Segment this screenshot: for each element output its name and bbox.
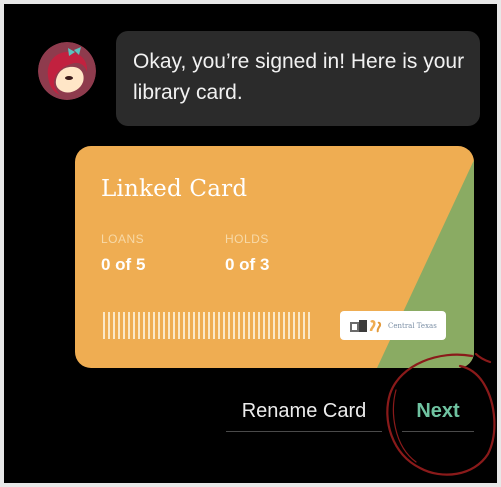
barcode-stripe bbox=[298, 312, 300, 339]
barcode-stripe bbox=[303, 312, 305, 339]
library-logo: Central Texas bbox=[340, 311, 446, 340]
barcode-stripe bbox=[143, 312, 145, 339]
loans-label: LOANS bbox=[101, 232, 145, 246]
card-title: Linked Card bbox=[101, 176, 248, 202]
holds-value: 0 of 3 bbox=[225, 255, 270, 274]
holds-label: HOLDS bbox=[225, 232, 269, 246]
library-logo-name: Central Texas bbox=[388, 321, 437, 330]
card-actions: Rename Card Next bbox=[4, 392, 497, 432]
barcode-stripe bbox=[288, 312, 290, 339]
barcode-stripe bbox=[268, 312, 270, 339]
barcode-stripe bbox=[118, 312, 120, 339]
barcode-stripe bbox=[308, 312, 310, 339]
card-barcode bbox=[103, 312, 315, 339]
barcode-stripe bbox=[263, 312, 265, 339]
barcode-stripe bbox=[173, 312, 175, 339]
barcode-stripe bbox=[178, 312, 180, 339]
barcode-stripe bbox=[193, 312, 195, 339]
barcode-stripe bbox=[273, 312, 275, 339]
library-building-icon bbox=[350, 319, 382, 332]
chat-bubble: Okay, you’re signed in! Here is your lib… bbox=[116, 31, 480, 126]
barcode-stripe bbox=[138, 312, 140, 339]
barcode-stripe bbox=[223, 312, 225, 339]
barcode-stripe bbox=[208, 312, 210, 339]
barcode-stripe bbox=[198, 312, 200, 339]
barcode-stripe bbox=[253, 312, 255, 339]
barcode-stripe bbox=[163, 312, 165, 339]
barcode-stripe bbox=[108, 312, 110, 339]
app-screen: Okay, you’re signed in! Here is your lib… bbox=[4, 4, 497, 483]
barcode-stripe bbox=[293, 312, 295, 339]
barcode-stripe bbox=[283, 312, 285, 339]
barcode-stripe bbox=[168, 312, 170, 339]
barcode-stripe bbox=[128, 312, 130, 339]
barcode-stripe bbox=[158, 312, 160, 339]
barcode-stripe bbox=[278, 312, 280, 339]
barcode-stripe bbox=[243, 312, 245, 339]
barcode-stripe bbox=[228, 312, 230, 339]
barcode-stripe bbox=[248, 312, 250, 339]
barcode-stripe bbox=[148, 312, 150, 339]
barcode-stripe bbox=[213, 312, 215, 339]
chat-message: Okay, you’re signed in! Here is your lib… bbox=[133, 50, 465, 104]
barcode-stripe bbox=[188, 312, 190, 339]
loans-value: 0 of 5 bbox=[101, 255, 146, 274]
barcode-stripe bbox=[113, 312, 115, 339]
barcode-stripe bbox=[218, 312, 220, 339]
barcode-stripe bbox=[238, 312, 240, 339]
barcode-stripe bbox=[183, 312, 185, 339]
barcode-stripe bbox=[153, 312, 155, 339]
barcode-stripe bbox=[258, 312, 260, 339]
library-card[interactable]: Linked Card LOANS 0 of 5 HOLDS 0 of 3 Ce… bbox=[75, 146, 474, 368]
libby-avatar-icon bbox=[38, 42, 96, 100]
barcode-stripe bbox=[203, 312, 205, 339]
barcode-stripe bbox=[233, 312, 235, 339]
rename-card-button[interactable]: Rename Card bbox=[226, 392, 382, 432]
barcode-stripe bbox=[133, 312, 135, 339]
barcode-stripe bbox=[103, 312, 105, 339]
barcode-stripe bbox=[123, 312, 125, 339]
next-button[interactable]: Next bbox=[402, 392, 474, 432]
